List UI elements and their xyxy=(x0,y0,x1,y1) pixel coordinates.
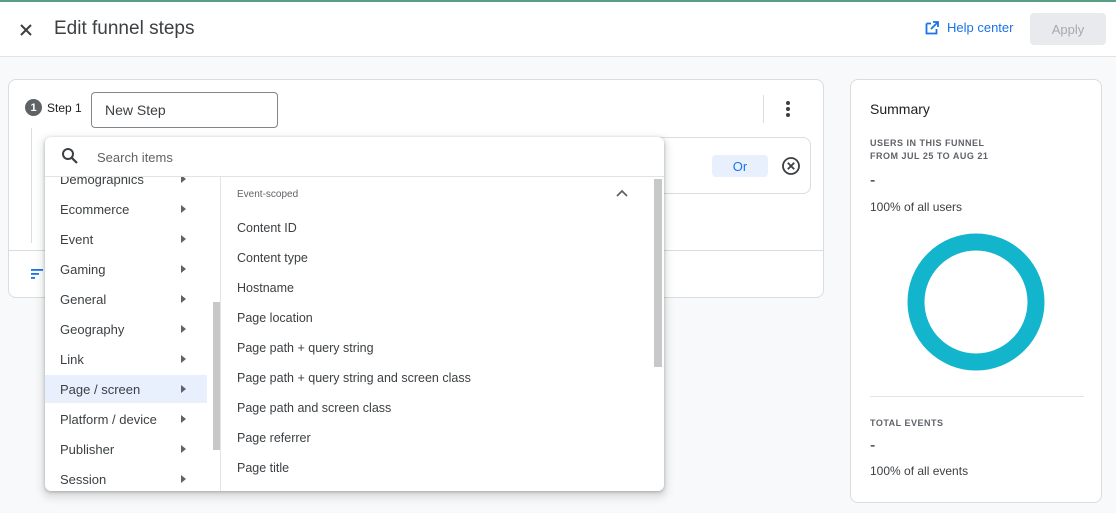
dimension-item[interactable]: Page path + query string and screen clas… xyxy=(222,364,652,392)
page-title: Edit funnel steps xyxy=(54,18,195,39)
chevron-right-icon xyxy=(181,325,186,333)
dimension-item[interactable]: Page path and screen class xyxy=(222,394,652,422)
dimension-item[interactable]: Page title xyxy=(222,454,652,482)
search-icon xyxy=(62,148,78,164)
category-label: Ecommerce xyxy=(60,201,130,217)
dimension-item[interactable]: Page referrer xyxy=(222,424,652,452)
remove-condition-button[interactable] xyxy=(780,155,802,177)
dimension-item[interactable]: Content ID xyxy=(222,214,652,242)
category-label: Session xyxy=(60,471,107,487)
category-item[interactable]: Platform / device xyxy=(45,405,207,433)
category-item[interactable]: Link xyxy=(45,345,207,373)
chevron-right-icon xyxy=(181,177,186,183)
category-label: Link xyxy=(60,351,84,367)
help-center-link[interactable]: Help center xyxy=(925,20,1013,35)
users-donut-chart xyxy=(907,233,1045,371)
dimension-picker-dropdown: Demographics Ecommerce Event Gaming General G… xyxy=(45,137,664,491)
divider xyxy=(763,95,764,123)
category-item[interactable]: Demographics xyxy=(45,177,207,193)
category-list[interactable]: Demographics Ecommerce Event Gaming General G… xyxy=(45,177,221,491)
apply-button[interactable]: Apply xyxy=(1030,13,1106,45)
dimension-item[interactable]: Hostname xyxy=(222,274,652,302)
category-item[interactable]: Geography xyxy=(45,315,207,343)
close-icon xyxy=(20,24,32,36)
category-label: Publisher xyxy=(60,441,115,457)
events-value: - xyxy=(870,437,876,454)
chevron-right-icon xyxy=(181,385,186,393)
users-percentage: 100% of all users xyxy=(870,200,963,214)
search-row xyxy=(45,137,664,177)
category-item[interactable]: Publisher xyxy=(45,435,207,463)
chevron-right-icon xyxy=(181,265,186,273)
filter-icon[interactable] xyxy=(31,267,45,279)
step-number-badge: 1 xyxy=(25,99,42,116)
dimension-item[interactable]: Page path + query string xyxy=(222,334,652,362)
cancel-circle-icon xyxy=(782,157,800,175)
or-button[interactable]: Or xyxy=(712,155,768,177)
section-header: Event-scoped xyxy=(237,189,299,200)
events-percentage: 100% of all events xyxy=(870,464,969,478)
step-label: Step 1 xyxy=(47,101,82,115)
chevron-right-icon xyxy=(181,355,186,363)
category-label: Demographics xyxy=(60,177,144,187)
category-item[interactable]: Page / screen xyxy=(45,375,207,403)
category-label: Geography xyxy=(60,321,125,337)
summary-title: Summary xyxy=(870,101,930,117)
category-label: Gaming xyxy=(60,261,106,277)
users-value: - xyxy=(870,172,876,189)
events-caption: TOTAL EVENTS xyxy=(870,418,944,428)
dimension-item[interactable]: Content type xyxy=(222,244,652,272)
users-date-range: FROM JUL 25 TO AUG 21 xyxy=(870,151,989,161)
dimension-item[interactable]: Page location xyxy=(222,304,652,332)
dimension-list[interactable]: Event-scoped Content ID Content type Hostn… xyxy=(222,177,664,491)
summary-panel: Summary USERS IN THIS FUNNEL FROM JUL 25… xyxy=(850,79,1102,503)
step-connector-line xyxy=(31,128,32,243)
search-input[interactable] xyxy=(97,147,637,167)
chevron-right-icon xyxy=(181,415,186,423)
help-center-label: Help center xyxy=(947,20,1014,35)
category-item[interactable]: Event xyxy=(45,225,207,253)
category-item[interactable]: Ecommerce xyxy=(45,195,207,223)
category-item[interactable]: General xyxy=(45,285,207,313)
chevron-right-icon xyxy=(181,205,186,213)
category-label: Platform / device xyxy=(60,411,157,427)
chevron-up-icon[interactable] xyxy=(615,188,629,198)
chevron-right-icon xyxy=(181,235,186,243)
category-item[interactable]: Gaming xyxy=(45,255,207,283)
step-name-input[interactable]: New Step xyxy=(91,92,278,128)
category-label: General xyxy=(60,291,107,307)
dimension-scrollbar[interactable] xyxy=(654,179,662,367)
category-label: Page / screen xyxy=(60,381,141,397)
chevron-right-icon xyxy=(181,475,186,483)
users-caption: USERS IN THIS FUNNEL xyxy=(870,138,985,148)
category-label: Event xyxy=(60,231,94,247)
donut-ring xyxy=(907,233,1045,371)
open-in-new-icon xyxy=(925,20,939,34)
chevron-right-icon xyxy=(181,295,186,303)
header-bar: Edit funnel steps Help center Apply xyxy=(0,2,1116,57)
category-item[interactable]: Session xyxy=(45,465,207,491)
divider xyxy=(870,396,1084,397)
more-options-button[interactable] xyxy=(781,98,795,120)
more-vert-icon xyxy=(786,101,790,105)
close-button[interactable] xyxy=(15,19,37,41)
chevron-right-icon xyxy=(181,445,186,453)
category-scrollbar[interactable] xyxy=(213,302,220,450)
